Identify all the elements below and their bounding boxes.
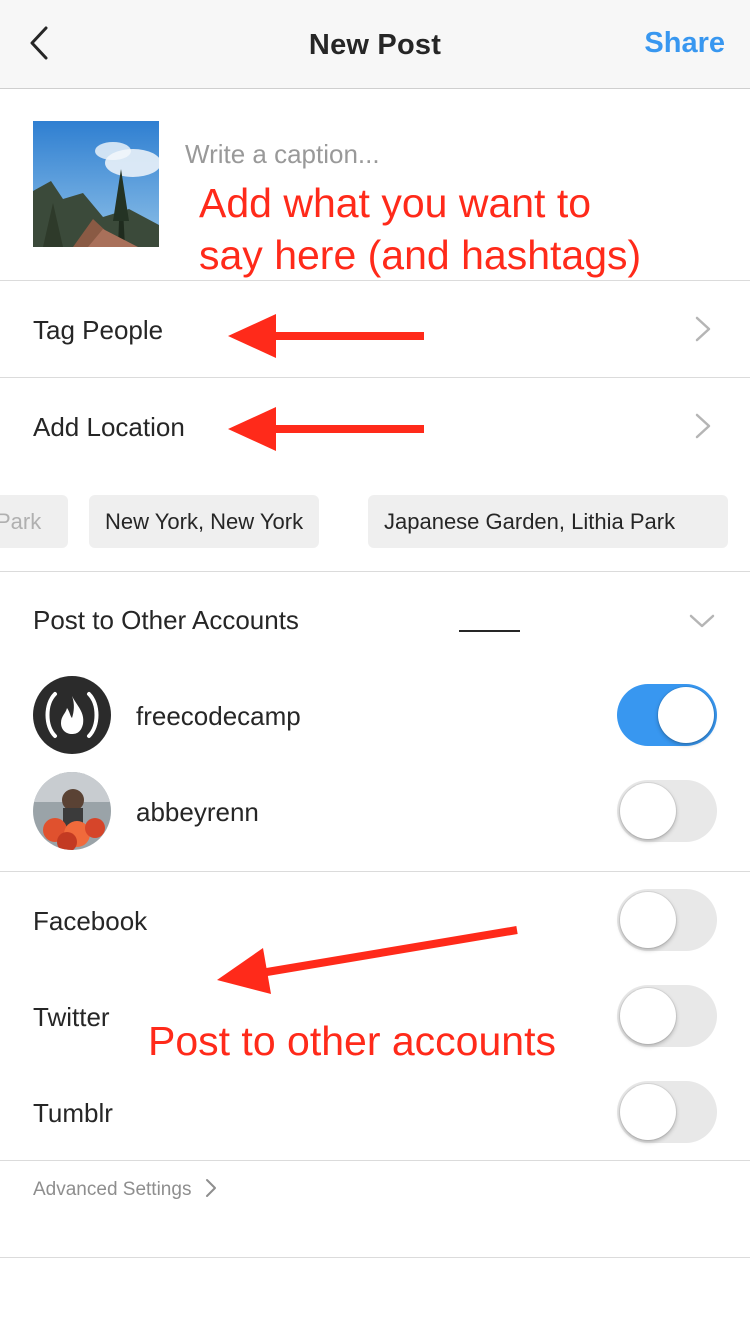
toggle-knob [620, 783, 676, 839]
share-button[interactable]: Share [644, 27, 725, 60]
chevron-right-icon [695, 413, 711, 439]
advanced-settings-label: Advanced Settings [33, 1179, 192, 1200]
avatar [33, 676, 111, 754]
tag-people-label: Tag People [33, 315, 164, 345]
location-chip[interactable]: Park [0, 495, 68, 548]
divider [0, 571, 750, 572]
annotation-arrow [228, 407, 424, 451]
advanced-settings-link[interactable]: Advanced Settings [33, 1178, 217, 1201]
chevron-down-icon[interactable] [688, 612, 716, 630]
caption-input[interactable]: Write a caption... [185, 139, 380, 170]
flame-icon [45, 692, 99, 738]
facebook-toggle[interactable] [617, 889, 717, 951]
freecodecamp-toggle[interactable] [617, 684, 717, 746]
chevron-right-icon [695, 316, 711, 342]
caption-annotation-line2: say here (and hashtags) [199, 232, 642, 278]
post-thumbnail [33, 121, 159, 247]
location-chip[interactable]: New York, New York [89, 495, 320, 548]
divider [0, 871, 750, 872]
toggle-knob [658, 687, 714, 743]
toggle-knob [620, 988, 676, 1044]
nav-header: New Post Share [0, 0, 750, 89]
abbeyrenn-toggle[interactable] [617, 780, 717, 842]
other-accounts-heading: Post to Other Accounts [33, 605, 299, 635]
facebook-label: Facebook [33, 906, 148, 936]
toggle-knob [620, 1084, 676, 1140]
divider [0, 1257, 750, 1258]
underline-mark [459, 630, 520, 632]
account-name: abbeyrenn [136, 797, 259, 827]
page-title: New Post [308, 29, 442, 61]
tumblr-label: Tumblr [33, 1098, 113, 1128]
toggle-knob [620, 892, 676, 948]
accounts-annotation: Post to other accounts [148, 1018, 556, 1064]
add-location-label: Add Location [33, 412, 185, 442]
tumblr-toggle[interactable] [617, 1081, 717, 1143]
caption-annotation-line1: Add what you want to [199, 180, 592, 226]
account-name: freecodecamp [136, 701, 301, 731]
chevron-right-icon [205, 1179, 216, 1197]
twitter-label: Twitter [33, 1002, 110, 1032]
location-chip[interactable]: Japanese Garden, Lithia Park [368, 495, 728, 548]
twitter-toggle[interactable] [617, 985, 717, 1047]
divider [0, 1160, 750, 1161]
annotation-arrow [228, 314, 424, 358]
annotation-arrow [217, 926, 518, 994]
avatar [33, 772, 111, 850]
